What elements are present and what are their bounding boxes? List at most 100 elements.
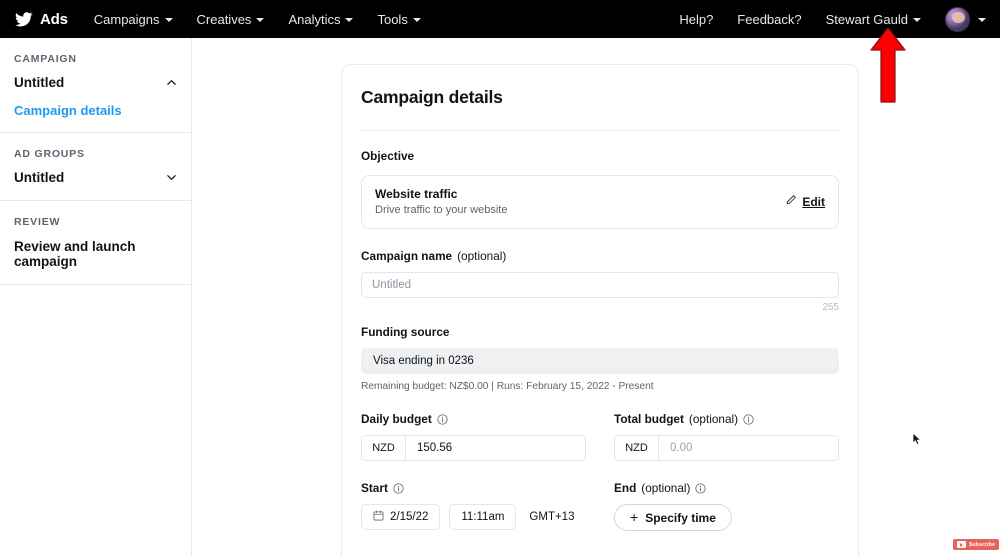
top-navigation-bar: Ads Campaigns Creatives Analytics Tools … [0,0,1000,38]
budget-row: Daily budget NZD 150.56 Total budget (op… [361,412,839,461]
start-date-input[interactable]: 2/15/22 [361,504,441,530]
campaign-name-label: Campaign name (optional) [361,249,839,263]
info-icon[interactable] [695,482,707,494]
daily-budget-label-text: Daily budget [361,412,432,426]
chevron-up-icon [166,77,177,88]
objective-text-group: Website traffic Drive traffic to your we… [375,187,507,216]
youtube-subscribe-badge[interactable]: Subscribe [953,539,999,550]
start-label: Start [361,481,586,495]
campaign-name-optional: (optional) [457,249,507,263]
calendar-icon [373,510,384,524]
feedback-link[interactable]: Feedback? [737,12,801,27]
sidebar-item-label: Untitled [14,75,65,90]
objective-label: Objective [361,149,415,163]
specify-end-time-button[interactable]: + Specify time [614,504,732,531]
end-label: End (optional) [614,481,839,495]
total-budget-label-text: Total budget [614,412,684,426]
total-budget-input[interactable]: NZD 0.00 [614,435,839,461]
start-date-value: 2/15/22 [390,511,429,523]
nav-item-creatives[interactable]: Creatives [197,12,265,27]
campaign-name-label-text: Campaign name [361,249,453,263]
chevron-down-icon [166,172,177,183]
chevron-down-icon [345,18,354,22]
total-budget-currency: NZD [615,436,659,460]
chevron-down-icon [164,18,173,22]
avatar-menu[interactable] [945,6,986,32]
sidebar-section-label: CAMPAIGN [14,53,77,65]
nav-right-group: Help? Feedback? Stewart Gauld [679,6,986,32]
total-budget-label: Total budget (optional) [614,412,839,426]
nav-item-label: Tools [377,11,408,27]
start-group: Start 2/15/22 11:11am GMT+13 [361,481,586,531]
title-divider [361,130,839,131]
chevron-down-icon [978,18,986,22]
nav-item-analytics[interactable]: Analytics [288,11,354,27]
schedule-row: Start 2/15/22 11:11am GMT+13 End (option… [361,481,839,531]
end-label-text: End [614,481,637,495]
info-icon[interactable] [437,413,448,425]
edit-objective-button[interactable]: Edit [785,193,825,211]
start-time-value: 11:11am [461,511,505,523]
account-menu[interactable]: Stewart Gauld [826,12,921,27]
end-optional: (optional) [641,481,691,495]
brand-logo[interactable]: Ads [14,10,68,29]
funding-source-note: Remaining budget: NZ$0.00 | Runs: Februa… [361,381,654,392]
help-link[interactable]: Help? [679,12,713,27]
sidebar-item-label: Untitled [14,170,65,185]
total-budget-group: Total budget (optional) NZD 0.00 [614,412,839,461]
campaign-name-char-counter: 255 [822,302,839,313]
daily-budget-value: 150.56 [417,442,453,454]
objective-box: Website traffic Drive traffic to your we… [361,175,839,229]
sidebar-item-adgroup-untitled[interactable]: Untitled [0,160,191,187]
brand-label: Ads [40,10,68,28]
avatar [945,6,970,32]
start-timezone: GMT+13 [529,511,575,523]
nav-item-tools[interactable]: Tools [377,11,421,27]
chevron-down-icon [256,18,265,22]
app-root: Ads Campaigns Creatives Analytics Tools … [0,0,1000,556]
main-nav-items: Campaigns Creatives Analytics Tools [94,12,421,27]
nav-item-campaigns[interactable]: Campaigns [94,12,173,27]
sidebar-section-ad-groups: AD GROUPS Untitled [0,133,191,201]
sidebar-section-review: REVIEW Review and launch campaign [0,201,191,285]
sidebar-section-label: REVIEW [14,216,61,228]
sidebar-item-campaign-untitled[interactable]: Untitled [0,65,191,92]
info-icon[interactable] [743,413,754,425]
nav-item-label: Creatives [196,11,252,27]
nav-item-label: Campaigns [93,11,160,27]
twitter-bird-icon [14,10,33,29]
chevron-down-icon [913,18,921,22]
daily-budget-label: Daily budget [361,412,586,426]
objective-name: Website traffic [375,187,458,201]
sidebar-section-campaign: CAMPAIGN Untitled Campaign details [0,38,191,133]
campaign-name-input[interactable]: Untitled [361,272,839,298]
funding-source-label: Funding source [361,325,450,339]
objective-description: Drive traffic to your website [375,204,508,216]
sidebar-section-label: AD GROUPS [14,148,85,160]
pencil-icon [785,193,797,211]
funding-source-value[interactable]: Visa ending in 0236 [361,348,839,374]
sidebar-item-campaign-details[interactable]: Campaign details [0,92,191,119]
page-title: Campaign details [361,87,503,107]
youtube-icon [957,541,966,548]
start-label-text: Start [361,481,388,495]
nav-item-label: Analytics [288,11,341,27]
end-group: End (optional) + Specify time [614,481,839,531]
main-content: Campaign details Objective Website traff… [192,38,1000,556]
total-budget-optional: (optional) [688,412,739,426]
start-time-input[interactable]: 11:11am [449,504,517,530]
plus-icon: + [630,508,639,525]
sidebar: CAMPAIGN Untitled Campaign details AD GR… [0,38,192,556]
red-up-arrow-annotation [868,26,908,104]
account-name-label: Stewart Gauld [825,11,908,27]
specify-end-time-label: Specify time [645,510,716,525]
daily-budget-currency: NZD [362,436,406,460]
subscribe-label: Subscribe [969,541,995,548]
sidebar-item-review-and-launch[interactable]: Review and launch campaign [0,228,191,271]
info-icon[interactable] [393,482,404,494]
daily-budget-input[interactable]: NZD 150.56 [361,435,586,461]
mouse-pointer-icon [912,432,923,446]
total-budget-value: 0.00 [670,442,693,454]
start-controls: 2/15/22 11:11am GMT+13 [361,504,586,530]
chevron-down-icon [412,18,421,22]
